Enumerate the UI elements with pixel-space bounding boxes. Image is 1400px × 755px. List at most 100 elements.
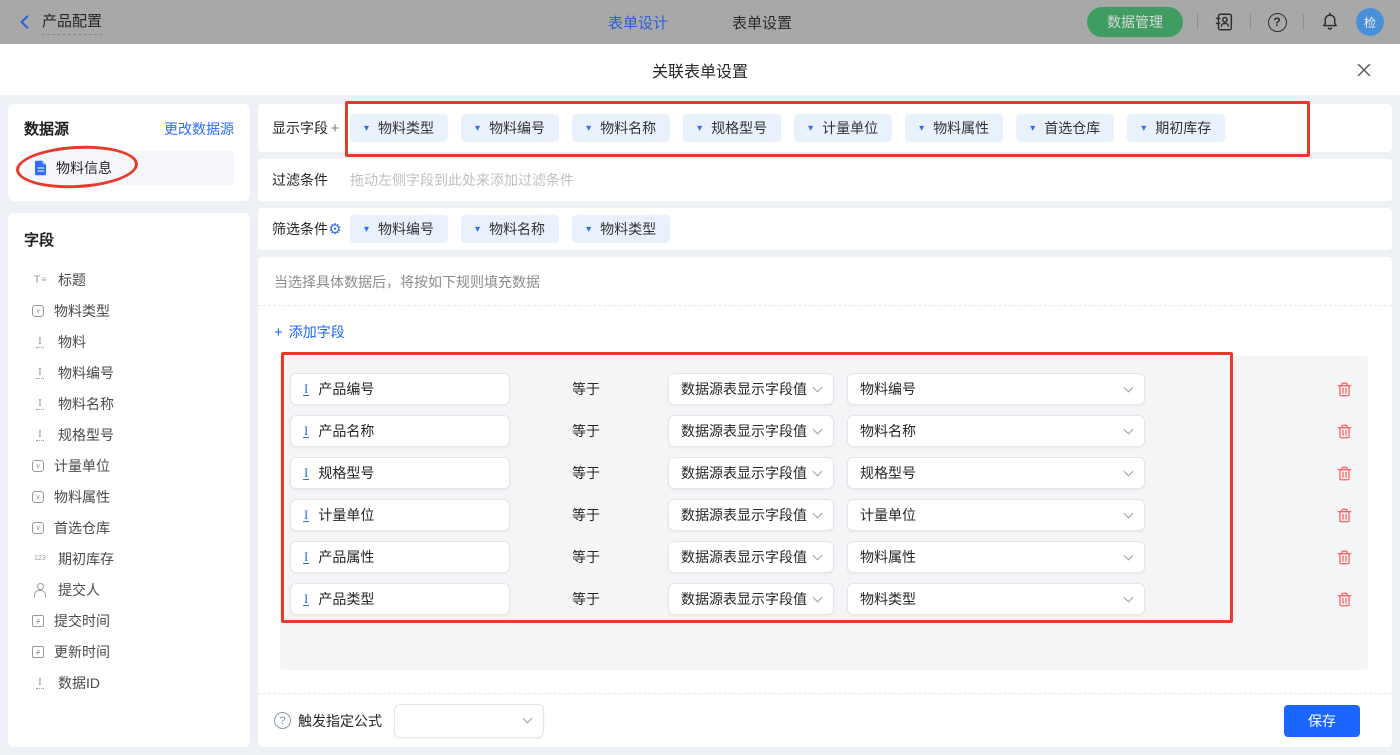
change-datasource-link[interactable]: 更改数据源 [164, 119, 234, 139]
display-field-tag[interactable]: 物料属性 [905, 114, 1003, 142]
sidebar-field-item[interactable]: 提交人 [24, 574, 234, 605]
tab-form-settings[interactable]: 表单设置 [732, 12, 792, 33]
rule-target-field-label: 产品属性 [318, 547, 374, 567]
sidebar-field-item[interactable]: 物料编号 [24, 357, 234, 388]
sidebar-field-item[interactable]: 更新时间 [24, 636, 234, 667]
delete-rule-icon[interactable] [1337, 466, 1352, 481]
sidebar-field-item[interactable]: 计量单位 [24, 450, 234, 481]
save-button[interactable]: 保存 [1284, 705, 1360, 737]
rule-target-field-label: 产品类型 [318, 589, 374, 609]
rule-value-value: 物料类型 [860, 589, 916, 609]
rule-target-field[interactable]: 产品编号 [290, 373, 510, 405]
chevron-down-icon [1124, 424, 1134, 434]
fields-heading: 字段 [24, 229, 234, 250]
delete-rule-icon[interactable] [1337, 550, 1352, 565]
rule-source-select[interactable]: 数据源表显示字段值 [668, 583, 834, 615]
topbar: 产品配置 表单设计 表单设置 数据管理 检 [0, 0, 1400, 44]
field-label: 物料编号 [58, 363, 114, 383]
datasource-item[interactable]: 物料信息 [24, 151, 234, 185]
trigger-formula-select[interactable] [394, 704, 544, 738]
sidebar-field-item[interactable]: 物料类型 [24, 295, 234, 326]
bell-icon[interactable] [1318, 10, 1342, 34]
display-field-tag[interactable]: 期初库存 [1127, 114, 1225, 142]
caret-down-icon [475, 224, 480, 235]
rule-value-select[interactable]: 规格型号 [847, 457, 1145, 489]
sidebar-field-item[interactable]: 提交时间 [24, 605, 234, 636]
rule-operator: 等于 [572, 463, 668, 483]
divider [1303, 14, 1304, 30]
sidebar-field-item[interactable]: 物料名称 [24, 388, 234, 419]
back-button[interactable] [16, 13, 34, 31]
field-label: 物料属性 [54, 487, 110, 507]
tag-label: 首选仓库 [1044, 118, 1100, 138]
question-circle-icon[interactable] [274, 712, 291, 729]
sidebar-field-item[interactable]: 标题 [24, 264, 234, 295]
rule-target-field[interactable]: 产品类型 [290, 583, 510, 615]
rule-row: 产品类型 等于 数据源表显示字段值 物料类型 [280, 578, 1368, 620]
field-type-icon [32, 460, 44, 472]
chevron-down-icon [813, 508, 823, 518]
sidebar-field-item[interactable]: 期初库存 [24, 543, 234, 574]
help-icon[interactable] [1265, 10, 1289, 34]
filter-drop-placeholder[interactable]: 拖动左侧字段到此处来添加过滤条件 [350, 170, 574, 190]
gear-icon[interactable] [328, 220, 342, 238]
rule-source-select[interactable]: 数据源表显示字段值 [668, 457, 834, 489]
rule-row: 产品名称 等于 数据源表显示字段值 物料名称 [280, 410, 1368, 452]
field-label: 首选仓库 [54, 518, 110, 538]
rule-source-select[interactable]: 数据源表显示字段值 [668, 373, 834, 405]
field-label: 物料名称 [58, 394, 114, 414]
delete-rule-icon[interactable] [1337, 424, 1352, 439]
rule-operator: 等于 [572, 547, 668, 567]
sidebar-field-item[interactable]: 数据ID [24, 667, 234, 698]
display-field-tag[interactable]: 规格型号 [683, 114, 781, 142]
screening-tag[interactable]: 物料编号 [350, 215, 448, 243]
display-field-tag[interactable]: 计量单位 [794, 114, 892, 142]
close-icon[interactable] [1354, 60, 1374, 80]
delete-rule-icon[interactable] [1337, 508, 1352, 523]
rule-source-select[interactable]: 数据源表显示字段值 [668, 541, 834, 573]
rule-target-field[interactable]: 规格型号 [290, 457, 510, 489]
display-field-tag[interactable]: 物料类型 [350, 114, 448, 142]
sidebar-field-item[interactable]: 物料 [24, 326, 234, 357]
screening-tag[interactable]: 物料类型 [572, 215, 670, 243]
tab-form-design[interactable]: 表单设计 [608, 12, 668, 33]
rule-value-select[interactable]: 物料名称 [847, 415, 1145, 447]
rule-target-field[interactable]: 计量单位 [290, 499, 510, 531]
tag-label: 物料类型 [600, 219, 656, 239]
rule-value-select[interactable]: 物料类型 [847, 583, 1145, 615]
sidebar-field-item[interactable]: 物料属性 [24, 481, 234, 512]
delete-rule-icon[interactable] [1337, 382, 1352, 397]
caret-down-icon [586, 123, 591, 134]
sidebar-field-item[interactable]: 首选仓库 [24, 512, 234, 543]
display-field-tag[interactable]: 首选仓库 [1016, 114, 1114, 142]
filter-conditions-row: 过滤条件 拖动左侧字段到此处来添加过滤条件 [258, 159, 1392, 201]
delete-rule-icon[interactable] [1337, 592, 1352, 607]
rule-value-value: 物料名称 [860, 421, 916, 441]
chevron-down-icon [1124, 466, 1134, 476]
display-field-tag[interactable]: 物料名称 [572, 114, 670, 142]
caret-down-icon [364, 224, 369, 235]
text-field-icon [303, 550, 309, 565]
rule-value-select[interactable]: 物料属性 [847, 541, 1145, 573]
rule-source-select[interactable]: 数据源表显示字段值 [668, 499, 834, 531]
data-manage-button[interactable]: 数据管理 [1087, 7, 1183, 37]
add-field-button[interactable]: 添加字段 [258, 306, 361, 354]
sidebar-field-item[interactable]: 规格型号 [24, 419, 234, 450]
rule-value-select[interactable]: 物料编号 [847, 373, 1145, 405]
filter-conditions-label: 过滤条件 [272, 170, 328, 190]
divider [1197, 14, 1198, 30]
rule-target-field[interactable]: 产品属性 [290, 541, 510, 573]
address-book-icon[interactable] [1212, 10, 1236, 34]
datasource-item-label: 物料信息 [56, 158, 112, 178]
display-field-tags: 物料类型 物料编号 物料名称 规格型号 [350, 114, 1225, 142]
rule-value-select[interactable]: 计量单位 [847, 499, 1145, 531]
avatar[interactable]: 检 [1356, 8, 1384, 36]
display-field-tag[interactable]: 物料编号 [461, 114, 559, 142]
caret-down-icon [808, 123, 813, 134]
rule-source-select[interactable]: 数据源表显示字段值 [668, 415, 834, 447]
add-display-field-icon[interactable] [328, 120, 342, 137]
screening-tag[interactable]: 物料名称 [461, 215, 559, 243]
topbar-tabs: 表单设计 表单设置 [608, 12, 792, 33]
rule-value-value: 物料属性 [860, 547, 916, 567]
rule-target-field[interactable]: 产品名称 [290, 415, 510, 447]
